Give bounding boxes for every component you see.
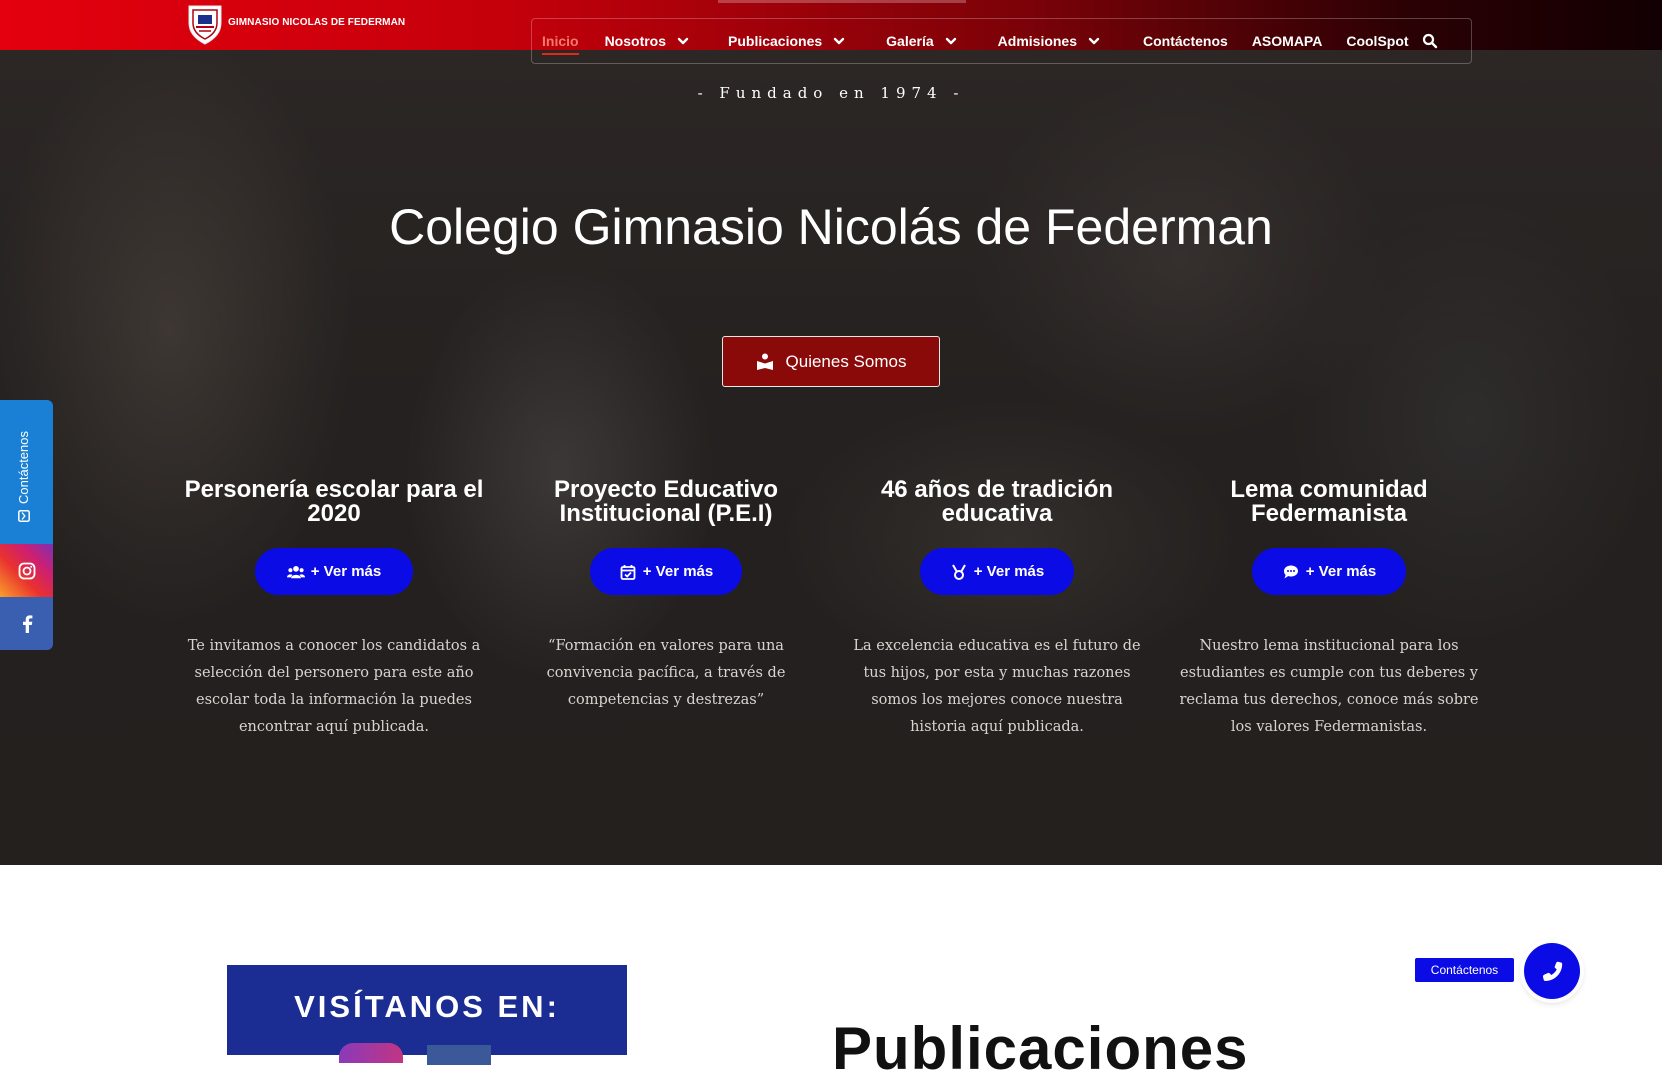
cta-label: Quienes Somos: [785, 351, 907, 371]
button-label: + Ver más: [642, 563, 714, 580]
calendar-check-icon: [620, 564, 636, 580]
nav-label: CoolSpot: [1346, 33, 1409, 49]
nav-label: Publicaciones: [728, 33, 823, 49]
feature-personeria: Personería escolar para el 2020 + Ver má…: [184, 478, 484, 741]
quienes-somos-button[interactable]: Quienes Somos: [722, 336, 940, 387]
side-contact-label-wrap: Contáctenos: [16, 431, 31, 522]
nav-label: Nosotros: [604, 33, 667, 49]
reader-icon: [756, 353, 773, 370]
search-icon[interactable]: [1422, 33, 1438, 49]
visit-us-card: VISÍTANOS EN:: [227, 965, 627, 1065]
hero-section: GIMNASIO NICOLAS DE FEDERMAN Inicio Noso…: [0, 0, 1662, 865]
ver-mas-button[interactable]: + Ver más: [590, 548, 742, 595]
feature-title: Lema comunidad Federmanista: [1230, 476, 1428, 527]
main-nav: Inicio Nosotros Publicaciones Galería Ad…: [531, 18, 1472, 64]
feature-text: Te invitamos a conocer los candidatos a …: [187, 638, 481, 735]
ver-mas-button[interactable]: + Ver más: [920, 548, 1074, 595]
nav-label: Contáctenos: [1143, 33, 1228, 49]
chevron-down-icon: [833, 37, 845, 45]
nav-item-nosotros[interactable]: Nosotros: [605, 19, 690, 63]
medal-icon: [951, 564, 966, 580]
founded-tagline: - Fundado en 1974 -: [697, 84, 965, 102]
ver-mas-button[interactable]: + Ver más: [1252, 548, 1406, 595]
nav-item-admisiones[interactable]: Admisiones: [998, 19, 1101, 63]
feature-title: Personería escolar para el 2020: [184, 476, 484, 527]
instagram-icon: [18, 562, 35, 579]
chevron-down-icon: [677, 37, 689, 45]
instagram-side-button[interactable]: [0, 544, 53, 597]
feature-lema: Lema comunidad Federmanista + Ver más Nu…: [1179, 478, 1479, 741]
nav-label: Admisiones: [997, 33, 1078, 49]
nav-item-publicaciones[interactable]: Publicaciones: [728, 19, 846, 63]
instagram-badge-icon[interactable]: [339, 1043, 403, 1063]
chevron-down-icon: [945, 37, 956, 45]
envelope-square-icon: [17, 510, 30, 522]
visit-us-title: VISÍTANOS EN:: [294, 989, 560, 1024]
floating-contact-label[interactable]: Contáctenos: [1415, 958, 1514, 982]
comment-dots-icon: [1283, 565, 1298, 578]
feature-text: La excelencia educativa es el futuro de …: [853, 638, 1141, 735]
feature-title: Proyecto Educativo Institucional (P.E.I): [553, 476, 779, 527]
side-contact-tab[interactable]: Contáctenos: [0, 400, 53, 544]
feature-text: “Formación en valores para una convivenc…: [546, 638, 786, 708]
hero-title: Colegio Gimnasio Nicolás de Federman: [389, 199, 1273, 255]
feature-text: Nuestro lema institucional para los estu…: [1179, 638, 1479, 735]
nav-highlight-strip: [718, 0, 966, 3]
floating-call-button[interactable]: [1524, 943, 1580, 999]
nav-item-asomapa[interactable]: ASOMAPA: [1252, 19, 1323, 63]
phone-icon: [1542, 961, 1563, 981]
nav-item-inicio[interactable]: Inicio: [542, 19, 579, 63]
chevron-down-icon: [1088, 37, 1100, 45]
feature-pei: Proyecto Educativo Institucional (P.E.I)…: [516, 478, 816, 714]
top-bar: GIMNASIO NICOLAS DE FEDERMAN Inicio Noso…: [0, 0, 1662, 64]
nav-label: ASOMAPA: [1251, 33, 1323, 49]
nav-item-coolspot[interactable]: CoolSpot: [1346, 19, 1408, 63]
ver-mas-button[interactable]: + Ver más: [255, 548, 413, 595]
nav-label: Galería: [886, 33, 934, 49]
nav-label: Inicio: [542, 33, 579, 49]
logo-text: GIMNASIO NICOLAS DE FEDERMAN: [228, 16, 406, 28]
button-label: + Ver más: [1305, 563, 1377, 580]
school-shield-icon: [186, 3, 224, 45]
facebook-badge-icon[interactable]: [427, 1045, 491, 1065]
side-contact-label: Contáctenos: [16, 431, 31, 504]
nav-item-galeria[interactable]: Galería: [886, 19, 957, 63]
site-logo[interactable]: GIMNASIO NICOLAS DE FEDERMAN: [186, 3, 406, 45]
button-label: + Ver más: [310, 563, 382, 580]
nav-item-contactenos[interactable]: Contáctenos: [1143, 19, 1228, 63]
facebook-icon: [22, 614, 32, 633]
feature-tradicion: 46 años de tradición educativa + Ver más…: [847, 478, 1147, 741]
users-icon: [286, 565, 305, 578]
facebook-side-button[interactable]: [0, 597, 53, 650]
feature-title: 46 años de tradición educativa: [880, 476, 1114, 527]
button-label: + Ver más: [973, 563, 1045, 580]
